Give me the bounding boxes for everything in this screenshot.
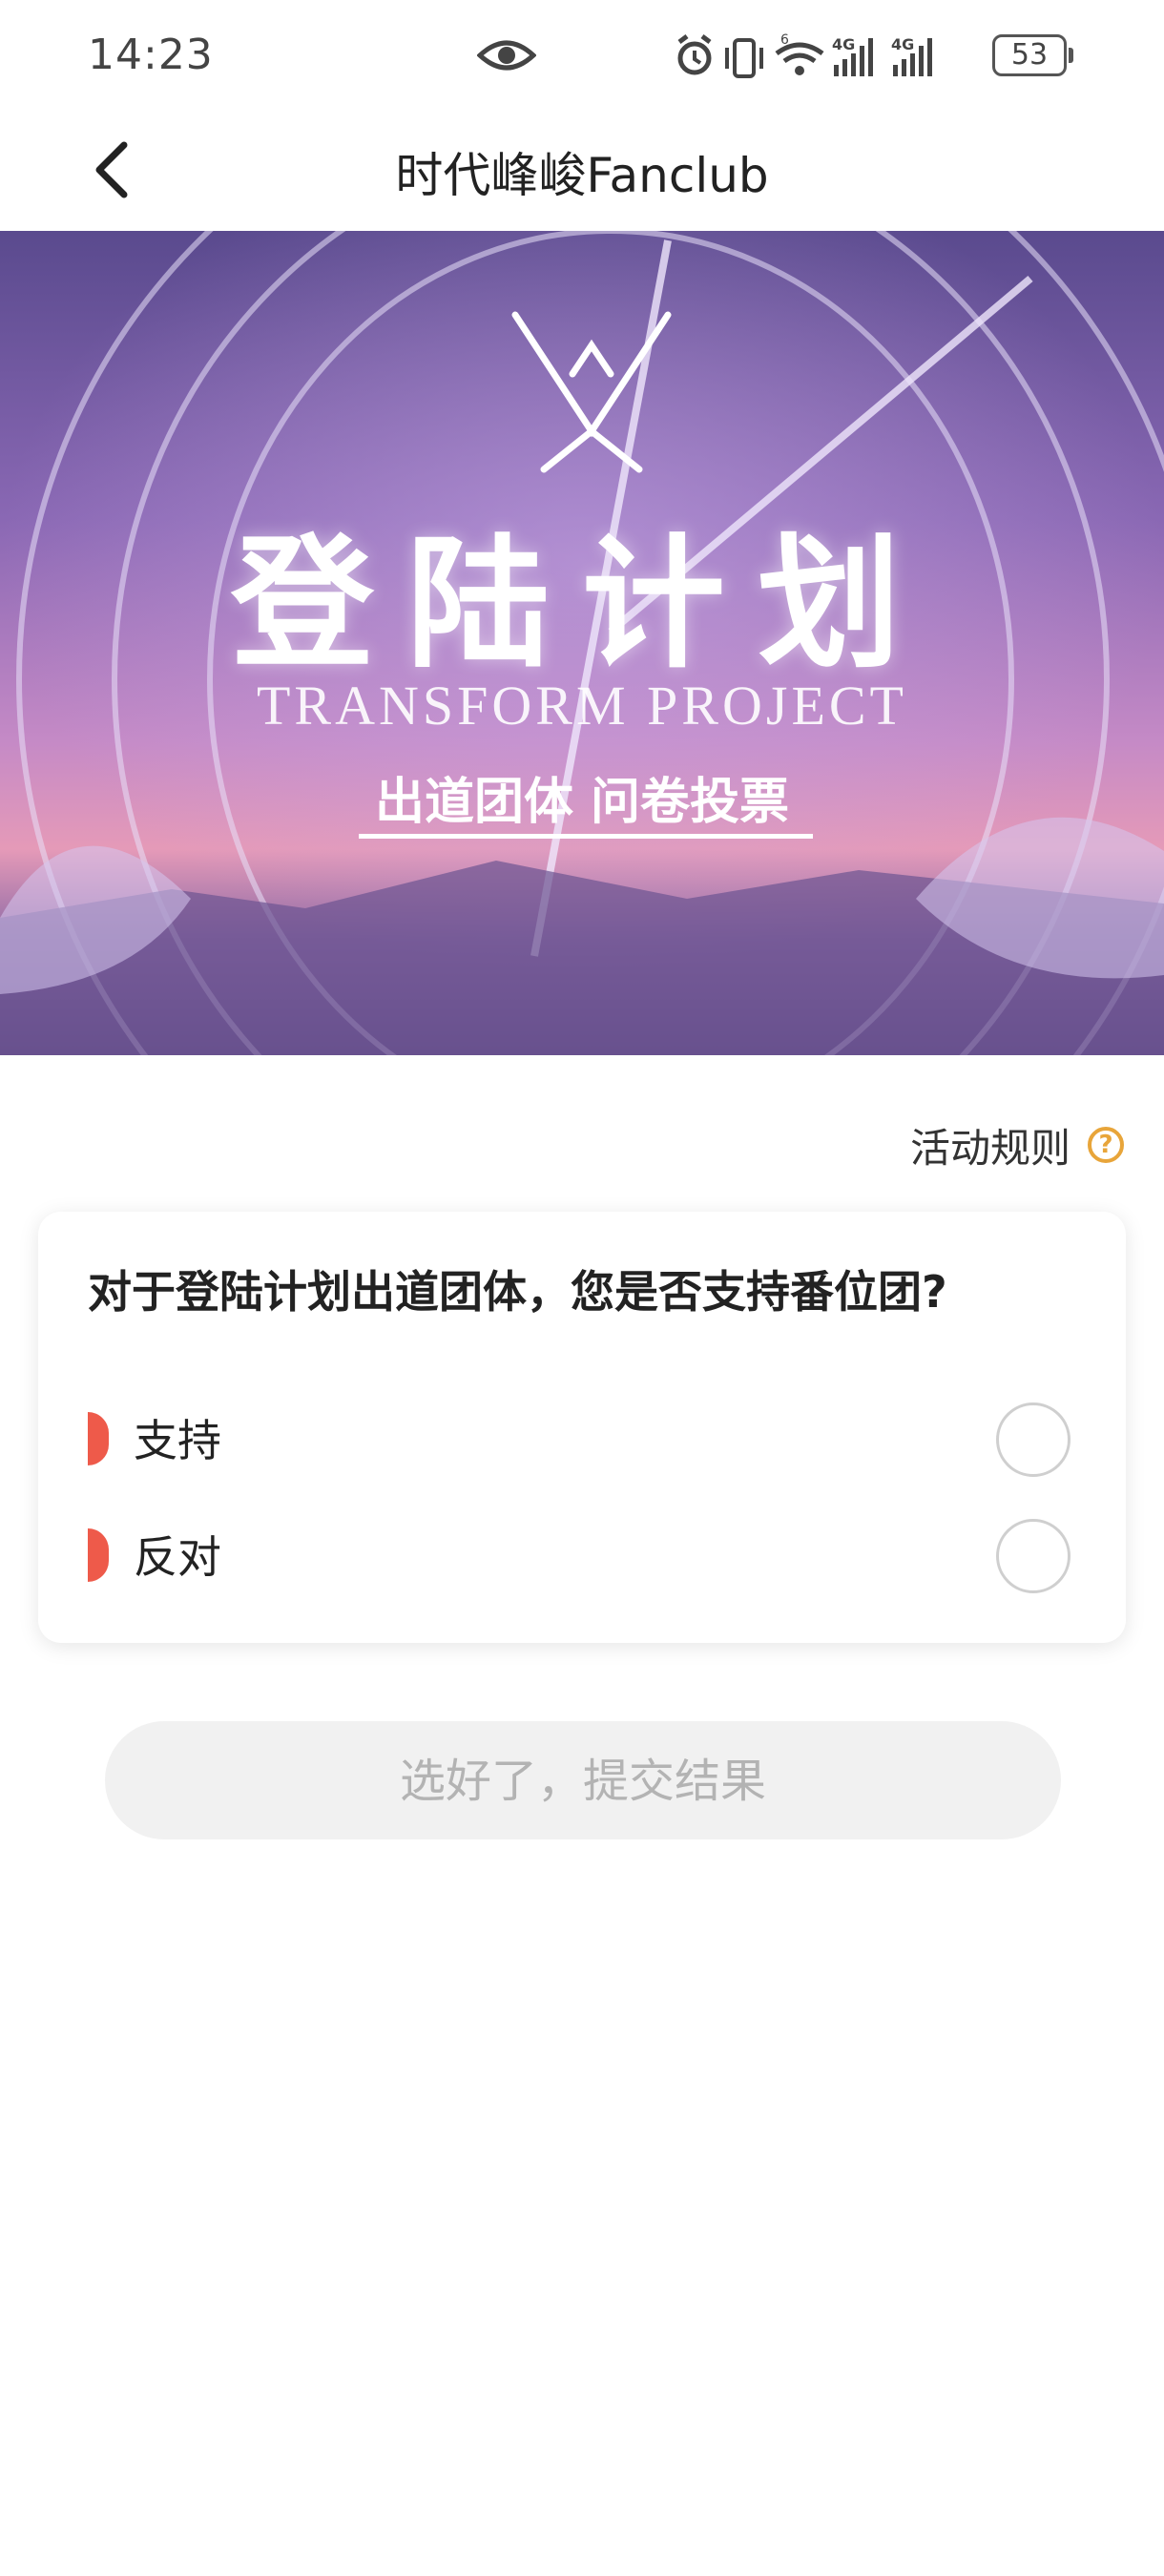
submit-button[interactable]: 选好了，提交结果 [105,1721,1061,1839]
question-text: 对于登陆计划出道团体，您是否支持番位团? [88,1266,947,1318]
option-label: 反对 [134,1531,221,1583]
page-title: 时代峰峻Fanclub [395,148,769,203]
question-circle-icon: ? [1088,1127,1124,1163]
banner-subtitle: TRANSFORM PROJECT [257,675,907,737]
option-oppose[interactable]: 反对 [38,1500,1126,1595]
nav-bar: 时代峰峻Fanclub [0,113,1164,231]
svg-text:4G: 4G [832,35,855,53]
signal-4g-icon: 4G [832,35,873,76]
banner-underline [359,834,813,839]
activity-rules-link[interactable]: 活动规则 ? [910,1116,1124,1174]
wifi-icon: 6 [775,32,824,75]
battery-indicator: 53 [992,34,1067,76]
banner-image: 登陆计划 TRANSFORM PROJECT 出道团体 问卷投票 [0,231,1164,1055]
option-marker [88,1412,109,1465]
option-label: 支持 [134,1415,221,1466]
status-icons: 6 4G 4G [677,32,932,78]
option-support[interactable]: 支持 [38,1383,1126,1479]
alarm-icon [677,34,712,75]
eye-icon [477,40,536,71]
question-card: 对于登陆计划出道团体，您是否支持番位团? 支持 反对 [38,1212,1126,1643]
page: 14:23 6 4G 4G 53 时代峰峻Fanclub 登陆计划 TRANSF… [0,0,1164,2576]
radio-button[interactable] [996,1402,1070,1477]
vibrate-icon [725,38,763,78]
svg-text:6: 6 [780,32,789,48]
signal-4g-icon: 4G [891,35,932,76]
status-bar: 14:23 6 4G 4G 53 [0,0,1164,113]
option-marker [88,1528,109,1582]
battery-tip [1069,48,1073,63]
activity-rules-label: 活动规则 [909,1124,1070,1172]
banner-title: 登陆计划 [230,520,933,688]
status-time: 14:23 [88,31,214,79]
banner-tagline: 出道团体 问卷投票 [374,774,790,831]
radio-button[interactable] [996,1519,1070,1593]
svg-text:4G: 4G [891,35,914,53]
